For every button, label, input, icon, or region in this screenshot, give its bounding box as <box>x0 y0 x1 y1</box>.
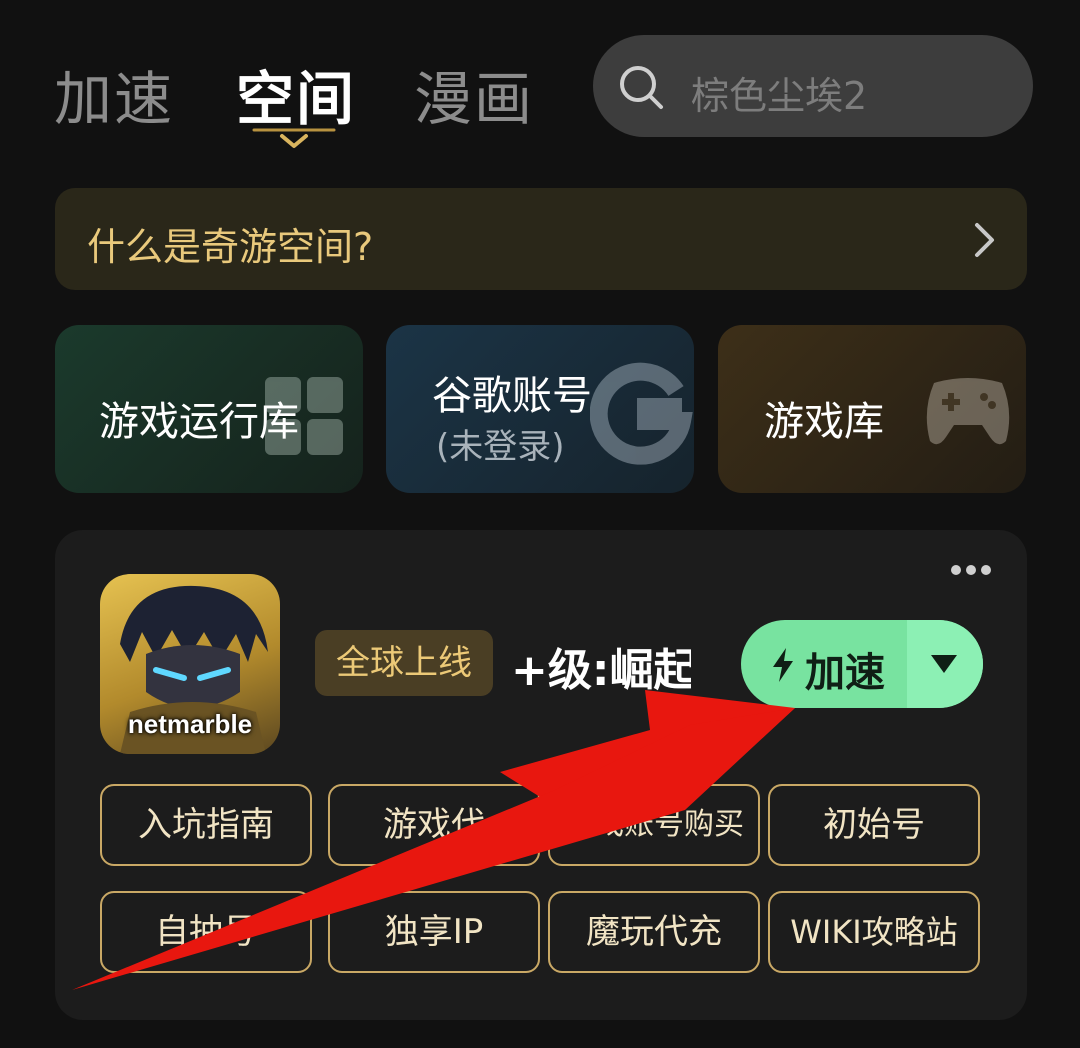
banner-text: 什么是奇游空间? <box>87 225 374 269</box>
card-game-library-label: 游戏库 <box>764 399 884 445</box>
tab-space[interactable]: 空间 <box>236 52 356 136</box>
more-dots-icon[interactable] <box>951 562 991 578</box>
chip-wiki-guide[interactable]: WIKI攻略站 <box>768 891 980 973</box>
gamepad-icon <box>926 378 1010 445</box>
card-game-library[interactable]: 游戏库 <box>718 325 1026 493</box>
game-icon-brand: netmarble <box>127 709 253 739</box>
caret-down-icon <box>931 655 957 673</box>
status-badge: 全球上线 <box>315 630 493 696</box>
chip-self-roll-account[interactable]: 自抽号 <box>100 891 312 973</box>
chip-recharge[interactable]: 魔玩代充 <box>548 891 760 973</box>
chevron-right-icon <box>975 223 994 257</box>
search-placeholder: 棕色尘埃2 <box>691 74 868 118</box>
card-game-runtime[interactable]: 游戏运行库 <box>55 325 363 493</box>
game-title: +级:崛起 <box>511 645 691 696</box>
info-banner[interactable]: 什么是奇游空间? <box>55 188 1027 290</box>
search-icon <box>620 66 663 109</box>
tab-comics[interactable]: 漫画 <box>414 52 534 136</box>
accelerate-button[interactable]: 加速 <box>741 620 907 708</box>
chip-game-proxy[interactable]: 游戏代 <box>328 784 540 866</box>
tab-accelerate[interactable]: 加速 <box>54 52 174 136</box>
active-tab-indicator <box>252 128 336 148</box>
card-google-account-status: (未登录) <box>436 427 565 467</box>
card-google-account-label: 谷歌账号 <box>432 373 592 419</box>
lightning-icon <box>773 648 793 682</box>
chip-beginner-guide[interactable]: 入坑指南 <box>100 784 312 866</box>
game-app-icon[interactable]: netmarble <box>100 574 280 754</box>
google-g-icon <box>590 362 693 465</box>
card-game-runtime-label: 游戏运行库 <box>99 399 299 445</box>
card-google-account[interactable]: 谷歌账号 (未登录) <box>386 325 694 493</box>
accelerate-label: 加速 <box>805 650 885 696</box>
chip-starter-account[interactable]: 初始号 <box>768 784 980 866</box>
accelerate-button-group: 加速 <box>741 620 983 708</box>
chip-dedicated-ip[interactable]: 独享IP <box>328 891 540 973</box>
game-panel: netmarble 全球上线 +级:崛起 加速 入坑指南 游戏代 游戏账号购买 … <box>55 530 1027 1020</box>
search-bar[interactable]: 棕色尘埃2 <box>593 35 1033 137</box>
chip-account-purchase[interactable]: 游戏账号购买 <box>548 784 760 866</box>
accelerate-dropdown-button[interactable] <box>907 620 983 708</box>
